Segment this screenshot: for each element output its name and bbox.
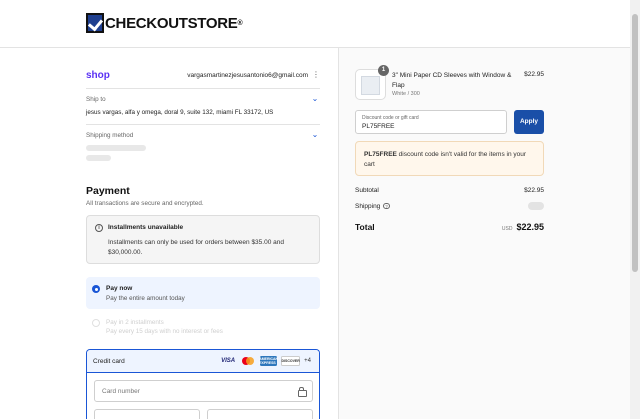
more-brands: +4 bbox=[304, 358, 311, 364]
payment-title: Payment bbox=[86, 185, 130, 197]
total-amount-wrap: USD $22.95 bbox=[502, 222, 544, 232]
pay-now-title: Pay now bbox=[106, 285, 133, 292]
credit-card-header[interactable]: Credit card VISA AMERICAN EXPRESS DISCOV… bbox=[87, 350, 319, 373]
pay-in-installments-option: Pay in 2 installments Pay every 15 days … bbox=[86, 316, 320, 340]
chevron-down-icon[interactable]: ⌄ bbox=[311, 95, 319, 103]
total-row: Total USD $22.95 bbox=[355, 222, 544, 232]
mastercard-icon bbox=[240, 356, 256, 366]
scrollbar[interactable] bbox=[630, 0, 640, 419]
ship-to-address: jesus vargas, alfa y omega, doral 9, sui… bbox=[86, 109, 274, 116]
account-email: vargasmartinezjesusantonio6@gmail.com bbox=[187, 71, 308, 79]
discount-value: PL75FREE bbox=[362, 123, 395, 130]
shipping-method-label: Shipping method bbox=[86, 132, 134, 139]
installments-subtitle: Pay every 15 days with no interest or fe… bbox=[106, 328, 223, 335]
discount-code-input[interactable]: Discount code or gift card PL75FREE bbox=[355, 110, 507, 134]
registered-mark: ® bbox=[237, 19, 243, 27]
apply-button[interactable]: Apply bbox=[514, 110, 544, 134]
store-logo[interactable]: CHECKOUTSTORE ® bbox=[86, 13, 243, 33]
shipping-label: Shipping bbox=[355, 202, 381, 210]
shop-pay-logo[interactable]: shop bbox=[86, 70, 110, 81]
credit-card-section: Credit card VISA AMERICAN EXPRESS DISCOV… bbox=[86, 349, 320, 419]
scrollbar-thumb[interactable] bbox=[632, 14, 638, 272]
info-icon: i bbox=[95, 224, 103, 232]
account-row: shop vargasmartinezjesusantonio6@gmail.c… bbox=[86, 68, 320, 82]
discover-icon: DISCOVER bbox=[281, 356, 301, 366]
card-number-placeholder: Card number bbox=[102, 388, 140, 395]
product-variant: White / 300 bbox=[392, 91, 420, 97]
error-code: PL75FREE bbox=[364, 151, 397, 158]
brand-name: CHECKOUTSTORE bbox=[105, 14, 238, 32]
installments-title: Pay in 2 installments bbox=[106, 319, 164, 326]
loading-skeleton bbox=[528, 202, 544, 210]
subtotal-row: Subtotal $22.95 bbox=[355, 187, 544, 194]
card-brands: VISA AMERICAN EXPRESS DISCOVER +4 bbox=[220, 356, 311, 366]
credit-card-title: Credit card bbox=[93, 358, 125, 365]
loading-skeleton bbox=[86, 145, 146, 151]
expiration-input[interactable] bbox=[94, 409, 200, 419]
shipping-label-wrap: Shipping ? bbox=[355, 203, 390, 210]
checkmark-logo-icon bbox=[86, 13, 104, 33]
divider bbox=[86, 124, 320, 125]
visa-icon: VISA bbox=[221, 358, 236, 364]
card-number-input[interactable]: Card number bbox=[94, 380, 313, 402]
subtotal-value: $22.95 bbox=[524, 187, 544, 194]
ship-to-label: Ship to bbox=[86, 96, 106, 103]
header: CHECKOUTSTORE ® bbox=[0, 0, 630, 48]
discount-label: Discount code or gift card bbox=[362, 115, 419, 121]
radio-disabled-icon bbox=[92, 319, 100, 327]
radio-selected-icon[interactable] bbox=[92, 285, 100, 293]
notice-body: Installments can only be used for orders… bbox=[108, 239, 284, 256]
discount-error: PL75FREE discount code isn't valid for t… bbox=[355, 141, 544, 176]
currency-code: USD bbox=[501, 226, 513, 232]
cd-sleeve-image bbox=[361, 76, 380, 95]
loading-skeleton bbox=[86, 155, 111, 161]
more-vertical-icon[interactable]: ⋮ bbox=[312, 71, 320, 79]
pay-now-option[interactable]: Pay now Pay the entire amount today bbox=[86, 277, 320, 309]
lock-icon bbox=[298, 387, 307, 397]
product-price: $22.95 bbox=[524, 71, 544, 78]
installments-notice: i Installments unavailable Installments … bbox=[86, 215, 320, 264]
notice-title: Installments unavailable bbox=[108, 224, 184, 231]
amex-icon: AMERICAN EXPRESS bbox=[259, 356, 279, 366]
shipping-row: Shipping ? bbox=[355, 202, 544, 210]
order-summary-panel bbox=[338, 48, 630, 419]
quantity-badge: 1 bbox=[378, 65, 389, 76]
payment-subtitle: All transactions are secure and encrypte… bbox=[86, 200, 204, 207]
product-name: 3" Mini Paper CD Sleeves with Window & F… bbox=[392, 72, 512, 89]
pay-now-subtitle: Pay the entire amount today bbox=[106, 295, 185, 302]
account-info: vargasmartinezjesusantonio6@gmail.com ⋮ bbox=[187, 71, 320, 79]
divider bbox=[86, 88, 320, 89]
security-code-input[interactable] bbox=[207, 409, 313, 419]
total-amount: $22.95 bbox=[516, 222, 544, 232]
question-icon[interactable]: ? bbox=[383, 202, 390, 210]
chevron-down-icon[interactable]: ⌄ bbox=[311, 131, 319, 139]
total-label: Total bbox=[355, 222, 375, 232]
subtotal-label: Subtotal bbox=[355, 187, 379, 194]
